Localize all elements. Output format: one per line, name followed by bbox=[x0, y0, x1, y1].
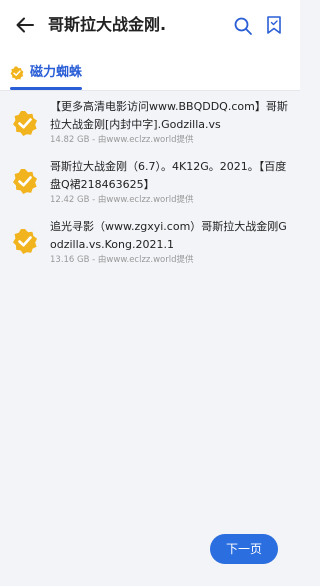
next-page-button[interactable]: 下一页 bbox=[210, 534, 278, 564]
result-title[interactable]: 追光寻影（www.zgxyi.com）哥斯拉大战金刚Godzilla.vs.Ko… bbox=[50, 218, 288, 254]
active-tab-indicator bbox=[10, 87, 82, 90]
page-title: 哥斯拉大战金刚. bbox=[48, 15, 167, 34]
result-item[interactable]: 追光寻影（www.zgxyi.com）哥斯拉大战金刚Godzilla.vs.Ko… bbox=[0, 216, 300, 276]
verified-check-icon bbox=[12, 110, 38, 136]
top-app-bar: 哥斯拉大战金刚. bbox=[0, 0, 300, 50]
result-meta: 14.82 GB - 由www.eclzz.world提供 bbox=[50, 135, 194, 145]
verified-check-icon bbox=[12, 228, 38, 254]
result-item[interactable]: 【更多高清电影访问www.BBQDDQ.com】哥斯拉大战金刚[内封中字].Go… bbox=[0, 96, 300, 156]
result-meta: 12.42 GB - 由www.eclzz.world提供 bbox=[50, 195, 194, 205]
source-tab-bar: 磁力蜘蛛 bbox=[0, 50, 300, 91]
result-item[interactable]: 哥斯拉大战金刚（6.7）。4K12G。2021。【百度盘Q裙218463625】… bbox=[0, 156, 300, 216]
verified-check-icon bbox=[12, 168, 38, 194]
verified-badge-icon bbox=[10, 65, 24, 80]
back-arrow-icon[interactable] bbox=[14, 14, 36, 36]
tab-label: 磁力蜘蛛 bbox=[30, 65, 83, 80]
result-title[interactable]: 哥斯拉大战金刚（6.7）。4K12G。2021。【百度盘Q裙218463625】 bbox=[50, 158, 288, 194]
search-icon[interactable] bbox=[233, 16, 253, 36]
result-title[interactable]: 【更多高清电影访问www.BBQDDQ.com】哥斯拉大战金刚[内封中字].Go… bbox=[50, 98, 288, 134]
bookmark-icon[interactable] bbox=[265, 15, 283, 35]
result-meta: 13.16 GB - 由www.eclzz.world提供 bbox=[50, 255, 194, 265]
